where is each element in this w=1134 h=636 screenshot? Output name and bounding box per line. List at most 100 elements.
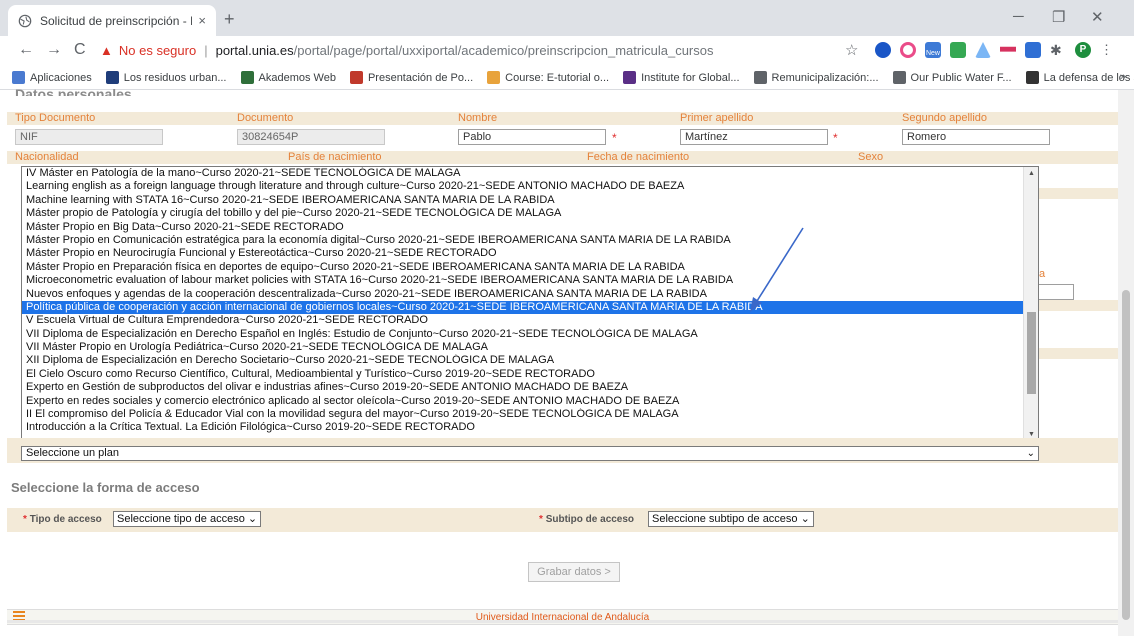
course-option[interactable]: V Escuela Virtual de Cultura Emprendedor… xyxy=(22,314,1024,327)
section-title: Datos personales xyxy=(15,86,132,96)
extension-green-icon[interactable] xyxy=(950,42,966,58)
grabar-datos-button[interactable]: Grabar datos > xyxy=(528,562,620,582)
bookmark-item[interactable]: Course: E-tutorial o... xyxy=(487,71,609,84)
course-option[interactable]: Máster Propio en Comunicación estratégic… xyxy=(22,234,1024,247)
plan-select-value: Seleccione un plan xyxy=(26,447,119,459)
label-pais-nacimiento: País de nacimiento xyxy=(288,151,382,163)
tipo-acceso-select[interactable]: Seleccione tipo de acceso ⌄ xyxy=(113,511,262,527)
label-band-1: Tipo Documento Documento Nombre Primer a… xyxy=(7,112,1118,125)
extension-download-icon[interactable] xyxy=(1025,42,1041,58)
course-option[interactable]: XII Diploma de Especialización en Derech… xyxy=(22,354,1024,367)
bookmark-item[interactable]: La defensa de los s... xyxy=(1025,71,1134,84)
minimize-icon[interactable]: ─ xyxy=(1013,8,1024,25)
listbox-scrollbar[interactable]: ▲ ▼ xyxy=(1023,167,1038,442)
segundo-apellido-input[interactable]: Romero xyxy=(902,129,1050,145)
footer-scrollbar[interactable] xyxy=(7,620,1118,623)
bookmark-label: Aplicaciones xyxy=(30,71,92,84)
course-option[interactable]: VII Diploma de Especialización en Derech… xyxy=(22,328,1024,341)
new-tab-button[interactable]: + xyxy=(224,9,235,30)
bookmark-label: Presentación de Po... xyxy=(367,71,474,84)
extensions-area: New ✱ P ⋮ xyxy=(875,42,1113,58)
extension-blue-icon[interactable] xyxy=(875,42,891,58)
url-host: portal.unia.es xyxy=(215,43,294,58)
course-option[interactable]: Máster propio de Patología y cirugía del… xyxy=(22,207,1024,220)
course-option[interactable]: Máster Propio en Preparación física en d… xyxy=(22,261,1024,274)
bookmark-item[interactable]: Aplicaciones xyxy=(12,71,92,84)
address-bar[interactable]: ▲ No es seguro | portal.unia.es /portal/… xyxy=(100,37,860,64)
course-option[interactable]: Nuevos enfoques y agendas de la cooperac… xyxy=(22,288,1024,301)
tipo-acceso-label-text: Tipo de acceso xyxy=(29,514,102,525)
extension-new-badge: New xyxy=(925,50,940,57)
page-scrollbar[interactable] xyxy=(1118,90,1134,636)
browser-tab[interactable]: Solicitud de preinscripción - Port × xyxy=(8,5,216,36)
restore-icon[interactable]: ❐ xyxy=(1052,8,1065,26)
bookmark-icon xyxy=(349,71,363,84)
course-option[interactable]: IV Máster en Patología de la mano~Curso … xyxy=(22,167,1024,180)
required-mark-subtipo: * xyxy=(539,514,543,525)
bookmark-item[interactable]: Presentación de Po... xyxy=(349,71,474,84)
warning-triangle-icon: ▲ xyxy=(100,43,113,58)
label-sexo: Sexo xyxy=(858,151,884,163)
bookmark-item[interactable]: Institute for Global... xyxy=(623,71,740,84)
nombre-input[interactable]: Pablo xyxy=(458,129,606,145)
profile-avatar[interactable]: P xyxy=(1075,42,1091,58)
primer-apellido-input[interactable]: Martínez xyxy=(680,129,828,145)
course-option[interactable]: VII Máster Propio en Urología Pediátrica… xyxy=(22,341,1024,354)
address-separator: | xyxy=(204,43,208,58)
side-label: a xyxy=(1039,268,1046,280)
course-option[interactable]: Introducción a la Crítica Textual. La Ed… xyxy=(22,421,1024,434)
course-option[interactable]: Máster Propio en Big Data~Curso 2020-21~… xyxy=(22,221,1024,234)
course-option[interactable]: II El compromiso del Policía & Educador … xyxy=(22,408,1024,421)
bookmarks-more-icon[interactable]: » xyxy=(1120,71,1126,83)
course-option[interactable]: Learning english as a foreign language t… xyxy=(22,180,1024,193)
chevron-down-icon: ⌄ xyxy=(1026,448,1035,459)
page-scroll-thumb[interactable] xyxy=(1122,290,1130,620)
bookmarks-bar: Aplicaciones Los residuos urban... Akademo… xyxy=(0,66,1134,90)
course-option[interactable]: Microeconometric evaluation of labour ma… xyxy=(22,274,1024,287)
browser-toolbar: ← → C ▲ No es seguro | portal.unia.es /p… xyxy=(0,36,1134,66)
subtipo-acceso-label: * Subtipo de acceso xyxy=(539,514,634,525)
course-option[interactable]: Máster Propio en Neurocirugía Funcional … xyxy=(22,247,1024,260)
extension-drop-icon[interactable] xyxy=(975,42,991,58)
course-option[interactable]: Experto en redes sociales y comercio ele… xyxy=(22,395,1024,408)
bookmark-icon xyxy=(623,71,637,84)
reload-icon[interactable]: C xyxy=(74,41,86,59)
side-band xyxy=(1026,348,1118,359)
bookmark-label: Our Public Water F... xyxy=(910,71,1012,84)
close-window-icon[interactable]: ✕ xyxy=(1091,8,1104,26)
bookmark-icon xyxy=(892,71,906,84)
bookmark-star-icon[interactable]: ☆ xyxy=(845,41,858,59)
bookmark-item[interactable]: Los residuos urban... xyxy=(105,71,227,84)
bookmark-item[interactable]: Akademos Web xyxy=(240,71,336,84)
course-option-selected[interactable]: Política pública de cooperación y acción… xyxy=(22,300,1024,315)
label-segundo-apellido: Segundo apellido xyxy=(902,112,988,124)
kebab-menu-icon[interactable]: ⋮ xyxy=(1100,42,1113,58)
listbox-scroll-thumb[interactable] xyxy=(1027,312,1036,394)
subtipo-acceso-select[interactable]: Seleccione subtipo de acceso ⌄ xyxy=(648,511,814,527)
access-title: Seleccione la forma de acceso xyxy=(11,480,200,495)
course-listbox[interactable]: IV Máster en Patología de la mano~Curso … xyxy=(21,166,1039,443)
label-documento: Documento xyxy=(237,112,294,124)
required-mark-tipo: * xyxy=(23,514,27,525)
extension-new-icon[interactable]: New xyxy=(925,42,941,58)
label-primer-apellido: Primer apellido xyxy=(680,112,754,124)
course-option[interactable]: Machine learning with STATA 16~Curso 202… xyxy=(22,194,1024,207)
forward-arrow-icon[interactable]: → xyxy=(46,41,62,59)
plan-select[interactable]: Seleccione un plan ⌄ xyxy=(21,446,1039,461)
bookmark-item[interactable]: Remunicipalización:... xyxy=(753,71,879,84)
required-mark-apellido: * xyxy=(833,131,838,145)
scroll-up-icon[interactable]: ▲ xyxy=(1024,167,1038,181)
form-frame: Datos personales Tipo Documento Document… xyxy=(7,86,1118,636)
bookmark-icon xyxy=(12,71,25,84)
course-option[interactable]: Experto en Gestión de subproductos del o… xyxy=(22,381,1024,394)
puzzle-icon[interactable]: ✱ xyxy=(1050,42,1066,58)
bookmark-item[interactable]: Our Public Water F... xyxy=(892,71,1012,84)
close-tab-icon[interactable]: × xyxy=(198,13,206,28)
extension-target-icon[interactable] xyxy=(900,42,916,58)
subtipo-acceso-value: Seleccione subtipo de acceso xyxy=(652,513,798,525)
course-option[interactable]: El Cielo Oscuro como Recurso Científico,… xyxy=(22,368,1024,381)
extension-red-icon[interactable] xyxy=(1000,46,1016,52)
documento-field: 30824654P xyxy=(237,129,385,145)
back-arrow-icon[interactable]: ← xyxy=(18,41,34,59)
app-root: Solicitud de preinscripción - Port × + ─… xyxy=(0,0,1134,636)
